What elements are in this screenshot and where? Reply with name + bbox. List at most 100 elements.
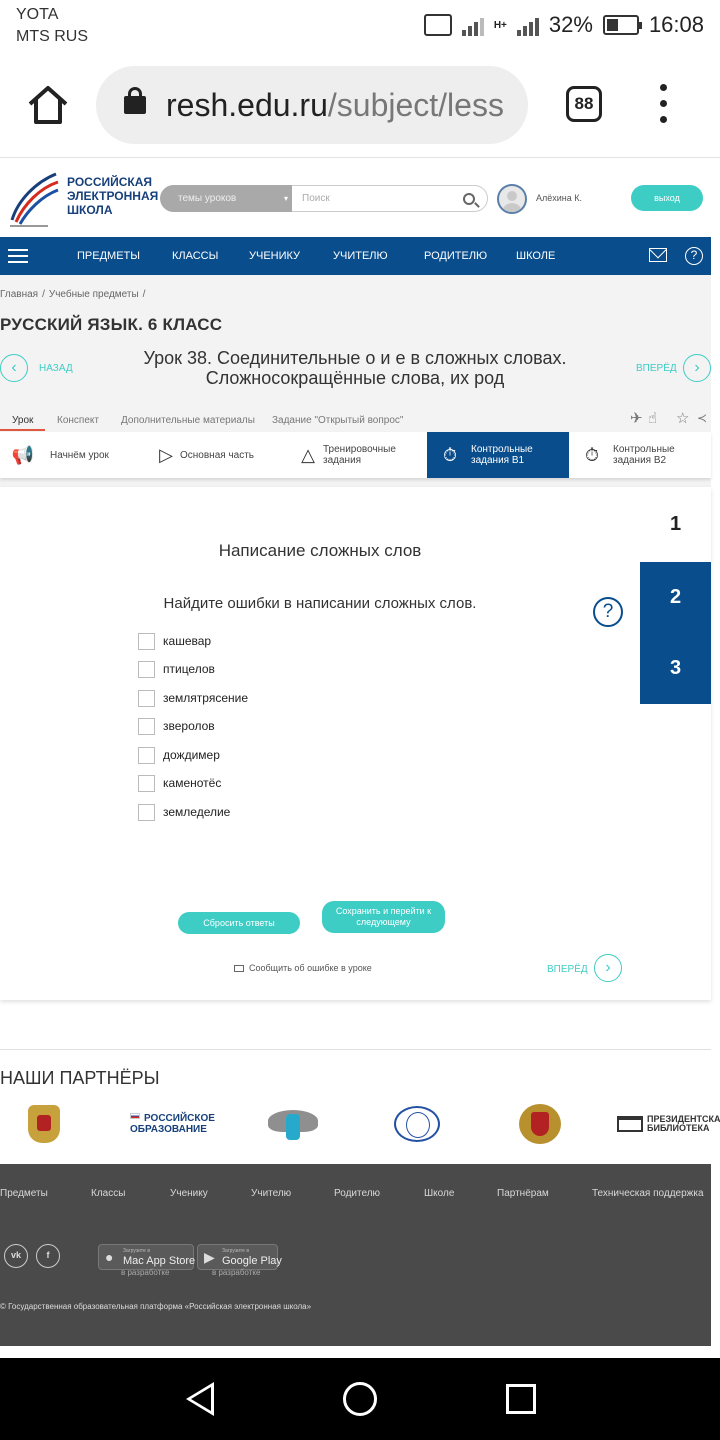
nav-item-student[interactable]: УЧЕНИКУ xyxy=(249,237,300,275)
nav-item-classes[interactable]: КЛАССЫ xyxy=(172,237,218,275)
thumbs-down-icon[interactable]: ✈ xyxy=(630,409,643,427)
partner-mchs-logo[interactable] xyxy=(519,1104,561,1144)
search-placeholder: Поиск xyxy=(302,193,330,204)
tab-open-question[interactable]: Задание "Открытый вопрос" xyxy=(272,415,403,426)
partners-title: НАШИ ПАРТНЁРЫ xyxy=(0,1068,160,1088)
task-number-3[interactable]: 3 xyxy=(640,633,711,704)
search-input[interactable]: Поиск xyxy=(292,185,488,212)
checkbox[interactable] xyxy=(138,803,155,821)
answer-option[interactable]: землятрясение xyxy=(138,689,248,707)
breadcrumb-subjects[interactable]: Учебные предметы xyxy=(49,289,139,300)
overflow-menu-icon[interactable] xyxy=(656,84,670,124)
reset-answers-button[interactable]: Сбросить ответы xyxy=(178,912,300,934)
breadcrumb-separator: / xyxy=(42,289,45,300)
step-control-b1[interactable]: ⏱ Контрольные задания В1 xyxy=(427,432,569,478)
google-play-badge[interactable]: ▶ Загрузите в Google Play xyxy=(197,1244,282,1270)
nav-item-teacher[interactable]: УЧИТЕЛЮ xyxy=(333,237,388,275)
footer-link-student[interactable]: Ученику xyxy=(170,1188,208,1199)
star-icon[interactable]: ☆ xyxy=(676,409,689,427)
mail-icon[interactable] xyxy=(649,248,667,262)
tab-switcher-button[interactable]: 88 xyxy=(566,86,602,122)
checkbox[interactable] xyxy=(138,746,155,764)
home-icon[interactable] xyxy=(26,82,70,126)
checkbox[interactable] xyxy=(138,717,155,735)
step-training[interactable]: △ Тренировочные задания xyxy=(285,432,427,478)
answer-option[interactable]: кашевар xyxy=(138,632,211,650)
nav-item-parent[interactable]: РОДИТЕЛЮ xyxy=(424,237,487,275)
tab-extra-materials[interactable]: Дополнительные материалы xyxy=(121,415,255,426)
answer-option[interactable]: дождимер xyxy=(138,746,220,764)
breadcrumb-home[interactable]: Главная xyxy=(0,289,38,300)
topic-select[interactable]: темы уроков xyxy=(160,185,292,212)
step-label: задания В1 xyxy=(471,455,525,466)
back-arrow-icon[interactable]: ‹ xyxy=(0,354,28,382)
help-icon[interactable]: ? xyxy=(685,247,703,265)
checkbox[interactable] xyxy=(138,774,155,792)
step-control-b2[interactable]: ⏱ Контрольные задания В2 xyxy=(569,432,711,478)
logout-button[interactable]: выход xyxy=(631,185,703,211)
save-and-next-button[interactable]: Сохранить и перейти к следующему xyxy=(322,901,445,933)
partner-ro-logo[interactable]: РОССИЙСКОЕ ОБРАЗОВАНИЕ xyxy=(130,1104,215,1144)
app-store-badge[interactable]: ● Загрузите в Mac App Store xyxy=(98,1244,195,1270)
forward-arrow-icon[interactable]: › xyxy=(594,954,622,982)
checkbox[interactable] xyxy=(138,689,155,707)
address-bar[interactable]: resh.edu.ru/subject/less xyxy=(96,66,528,144)
answer-option[interactable]: земледелие xyxy=(138,803,230,821)
forward-arrow-icon[interactable]: › xyxy=(683,354,711,382)
footer-link-parent[interactable]: Родителю xyxy=(334,1188,380,1199)
carrier-info: YOTA MTS RUS xyxy=(16,4,88,48)
step-start[interactable]: 📢 Начнём урок xyxy=(0,432,143,478)
search-icon[interactable] xyxy=(463,193,475,205)
vk-icon[interactable]: vk xyxy=(4,1244,28,1268)
timer-icon: ⏱ xyxy=(442,445,458,465)
envelope-icon xyxy=(234,964,244,972)
task-number-2[interactable]: 2 xyxy=(640,562,711,633)
footer-link-classes[interactable]: Классы xyxy=(91,1188,125,1199)
partner-globe-logo[interactable] xyxy=(394,1104,440,1144)
facebook-icon[interactable]: f xyxy=(36,1244,60,1268)
url-text[interactable]: resh.edu.ru/subject/less xyxy=(166,86,512,124)
forward-link-bottom[interactable]: ВПЕРЁД xyxy=(547,964,588,975)
copyright: © Государственная образовательная платфо… xyxy=(0,1302,312,1311)
site-logo-text[interactable]: РОССИЙСКАЯ ЭЛЕКТРОННАЯ ШКОЛА xyxy=(67,175,158,217)
tab-lesson[interactable]: Урок xyxy=(12,415,33,426)
answer-option[interactable]: каменотёс xyxy=(138,774,221,792)
resh-logo-icon[interactable] xyxy=(8,170,60,228)
vibrate-icon xyxy=(423,14,452,36)
partner-library-logo[interactable]: ПРЕЗИДЕНТСКАЯ БИБЛИОТЕКА xyxy=(617,1104,720,1144)
play-icon: ▷ xyxy=(159,445,173,465)
back-icon[interactable] xyxy=(186,1382,214,1416)
nav-item-subjects[interactable]: ПРЕДМЕТЫ xyxy=(77,237,140,275)
footer-link-support[interactable]: Техническая поддержка xyxy=(592,1188,704,1199)
answer-option[interactable]: птицелов xyxy=(138,660,215,678)
recent-apps-icon[interactable] xyxy=(506,1384,536,1414)
tab-summary[interactable]: Конспект xyxy=(57,415,99,426)
option-text: птицелов xyxy=(163,662,215,676)
username[interactable]: Алёхина К. xyxy=(536,193,582,203)
home-circle-icon[interactable] xyxy=(343,1382,377,1416)
step-label: Контрольные xyxy=(471,444,533,455)
back-link[interactable]: НАЗАД xyxy=(39,363,73,374)
checkbox[interactable] xyxy=(138,660,155,678)
share-icon[interactable]: ≺ xyxy=(697,411,707,425)
active-tab-underline xyxy=(0,429,45,431)
avatar[interactable] xyxy=(497,184,527,214)
thumbs-up-icon[interactable]: ☝ xyxy=(648,409,657,427)
footer-link-subjects[interactable]: Предметы xyxy=(0,1188,48,1199)
footer-link-partners[interactable]: Партнёрам xyxy=(497,1188,549,1199)
hamburger-menu-icon[interactable] xyxy=(8,249,28,263)
nav-item-school[interactable]: ШКОЛЕ xyxy=(516,237,555,275)
checkbox[interactable] xyxy=(138,632,155,650)
answer-option[interactable]: зверолов xyxy=(138,717,215,735)
partner-rosobrnadzor-logo[interactable] xyxy=(268,1104,318,1144)
step-main[interactable]: ▷ Основная часть xyxy=(143,432,285,478)
footer-link-teacher[interactable]: Учителю xyxy=(251,1188,291,1199)
save-label: следующему xyxy=(356,917,411,927)
clock: 16:08 xyxy=(648,12,704,37)
footer-link-school[interactable]: Школе xyxy=(424,1188,454,1199)
task-number-1[interactable]: 1 xyxy=(640,489,711,560)
report-error-link[interactable]: Сообщить об ошибке в уроке xyxy=(234,963,372,973)
forward-link[interactable]: ВПЕРЁД xyxy=(636,363,677,374)
partner-minpros-logo[interactable] xyxy=(28,1104,60,1144)
question-icon[interactable]: ? xyxy=(593,597,623,627)
